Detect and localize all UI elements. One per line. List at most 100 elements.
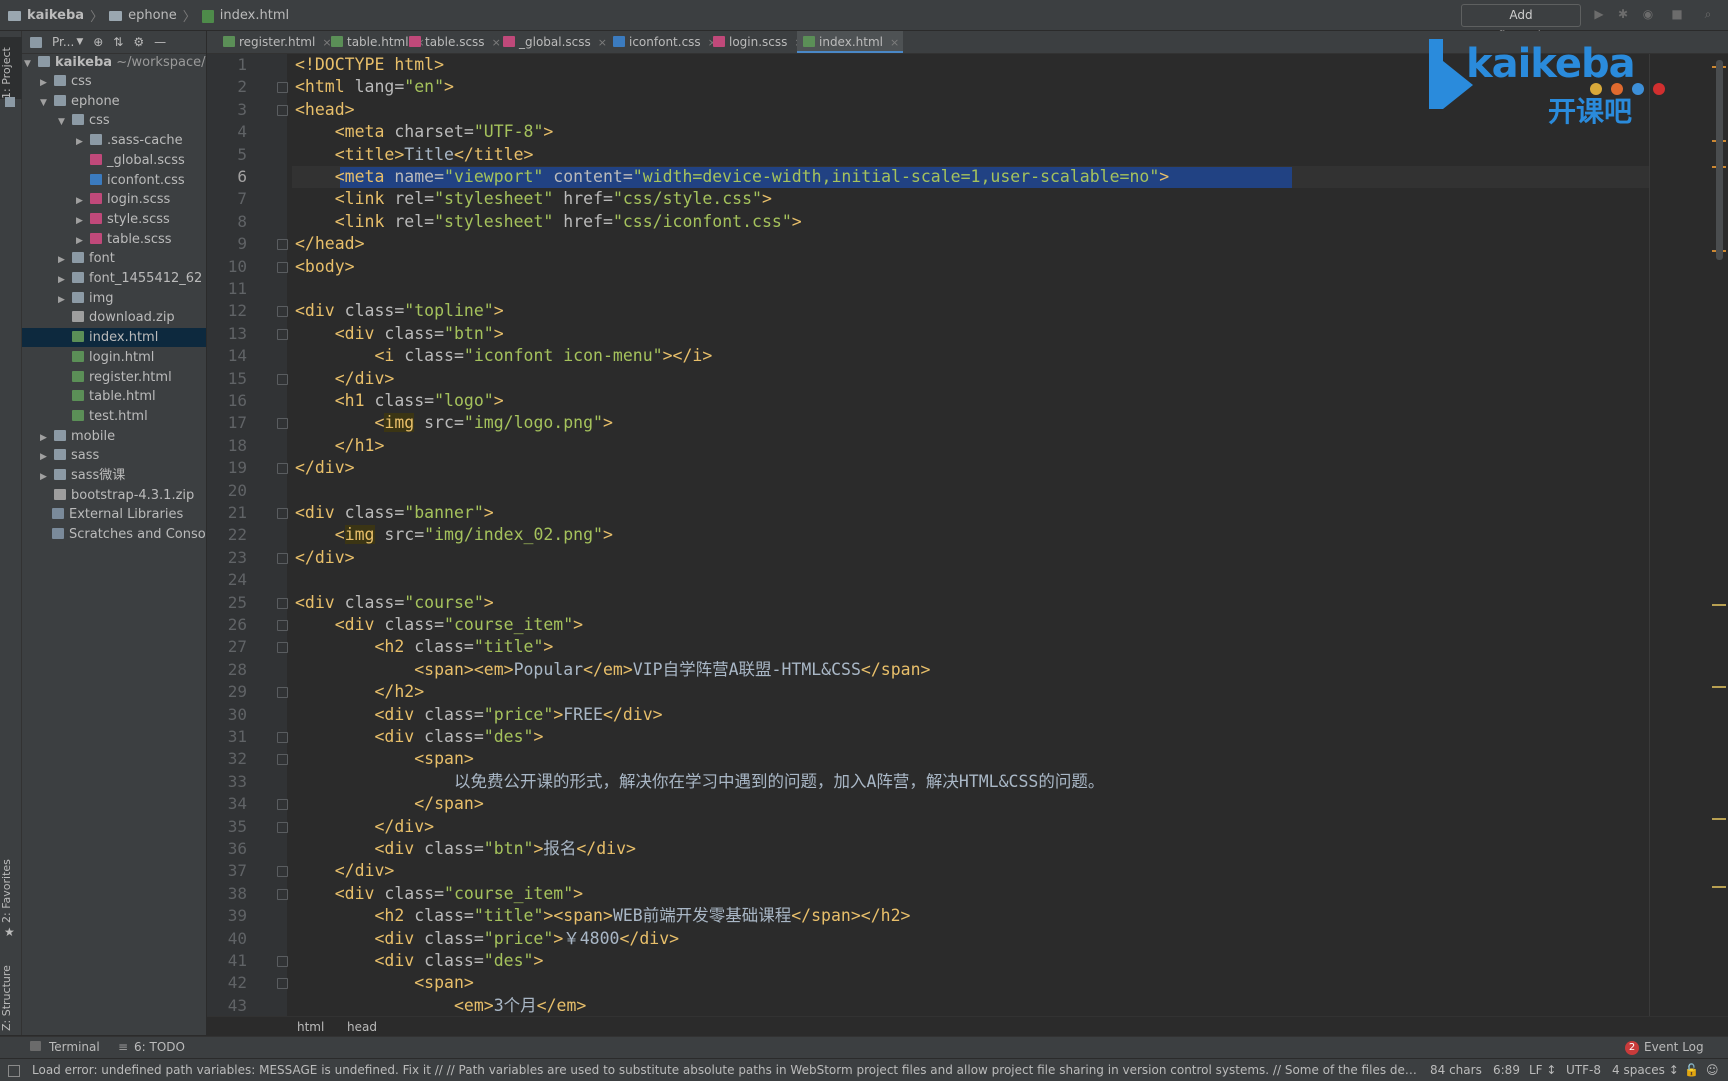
chevron-right-icon[interactable]: ▶	[76, 192, 90, 211]
code-line[interactable]: <em>3个月</em>	[295, 995, 586, 1016]
safari-icon[interactable]	[1632, 83, 1645, 95]
tree-item[interactable]: ▶ css	[22, 72, 206, 91]
warning-stripe-mark[interactable]	[1712, 818, 1726, 820]
code-line[interactable]: </span>	[295, 793, 484, 815]
tree-item[interactable]: Scratches and Consoles	[22, 525, 206, 544]
status-message[interactable]: Load error: undefined path variables: ME…	[32, 1059, 1422, 1081]
tool-windows-toggle-icon[interactable]	[8, 1065, 20, 1077]
tree-item[interactable]: register.html	[22, 368, 206, 387]
fold-marker-icon[interactable]	[277, 888, 288, 900]
tree-item[interactable]: ▼ css	[22, 111, 206, 130]
code-line[interactable]: <span><em>Popular</em>VIP自学阵营A联盟-HTML&CS…	[295, 659, 930, 681]
chevron-right-icon[interactable]: ▶	[76, 232, 90, 251]
code-line[interactable]: <meta charset="UTF-8">	[295, 121, 554, 143]
tree-item[interactable]: login.html	[22, 348, 206, 367]
editor-crumb-head[interactable]: head	[347, 1020, 377, 1034]
line-separator[interactable]: LF ↕	[1529, 1059, 1556, 1081]
fold-marker-icon[interactable]	[277, 754, 288, 766]
code-line[interactable]: <div class="btn">报名</div>	[295, 838, 636, 860]
editor-tab[interactable]: _global.scss ×	[497, 31, 611, 53]
warning-stripe-mark[interactable]	[1712, 604, 1726, 606]
code-line[interactable]: </div>	[295, 860, 395, 882]
todo-tab[interactable]: 6: TODO	[134, 1040, 185, 1054]
tree-item[interactable]: ▶ img	[22, 289, 206, 308]
warning-stripe-mark[interactable]	[1712, 686, 1726, 688]
fold-marker-icon[interactable]	[277, 552, 288, 564]
tree-item[interactable]: ▶ sass微课	[22, 466, 206, 485]
fold-marker-icon[interactable]	[277, 642, 288, 654]
code-line[interactable]: <div class="btn">	[295, 323, 504, 345]
tree-item[interactable]: _global.scss	[22, 151, 206, 170]
tree-item[interactable]: External Libraries	[22, 505, 206, 524]
stop-icon[interactable]: ■	[1670, 7, 1684, 21]
chevron-right-icon[interactable]: ▶	[40, 468, 54, 487]
code-line[interactable]: </div>	[295, 816, 434, 838]
editor-tab[interactable]: register.html ×	[217, 31, 332, 53]
editor-tab[interactable]: table.scss ×	[403, 31, 501, 53]
code-line[interactable]: </h2>	[295, 681, 424, 703]
chevron-right-icon[interactable]: ▶	[76, 212, 90, 231]
tree-item[interactable]: ▶ table.scss	[22, 230, 206, 249]
breadcrumb-file[interactable]: index.html	[220, 8, 289, 23]
tree-item[interactable]: iconfont.css	[22, 171, 206, 190]
collapse-all-icon[interactable]: ⇅	[113, 35, 123, 49]
firefox-icon[interactable]	[1611, 83, 1624, 95]
code-line[interactable]: <div class="topline">	[295, 300, 504, 322]
tree-item[interactable]: ▶ mobile	[22, 427, 206, 446]
breadcrumb-project[interactable]: kaikeba	[27, 8, 84, 23]
fold-marker-icon[interactable]	[277, 687, 288, 699]
project-view-selector[interactable]: Pr...	[52, 35, 74, 49]
code-line[interactable]: 以免费公开课的形式，解决你在学习中遇到的问题，加入A阵营，解决HTML&CSS的…	[295, 771, 1104, 793]
fold-marker-icon[interactable]	[277, 261, 288, 273]
code-line[interactable]: <h2 class="title"><span>WEB前端开发零基础课程</sp…	[295, 905, 910, 927]
file-encoding[interactable]: UTF-8	[1566, 1059, 1601, 1081]
tree-item[interactable]: test.html	[22, 407, 206, 426]
fold-marker-icon[interactable]	[277, 306, 288, 318]
fold-marker-icon[interactable]	[277, 508, 288, 519]
chevron-right-icon[interactable]: ▶	[58, 271, 72, 290]
tree-item[interactable]: ▶ login.scss	[22, 190, 206, 209]
code-line[interactable]: <div class="course_item">	[295, 614, 583, 636]
code-content[interactable]: <!DOCTYPE html> <html lang="en"> <head> <m…	[292, 54, 1649, 1016]
code-line[interactable]: <html lang="en">	[295, 76, 454, 98]
chevron-right-icon[interactable]: ▶	[58, 291, 72, 310]
code-line[interactable]: <h2 class="title">	[295, 636, 553, 658]
editor-tab[interactable]: table.html×	[325, 31, 425, 53]
tree-item[interactable]: index.html	[22, 328, 206, 348]
code-line[interactable]: <div class="des">	[295, 726, 543, 748]
fold-marker-icon[interactable]	[277, 239, 288, 251]
tree-item[interactable]: ▶ sass	[22, 446, 206, 465]
event-log-tab[interactable]: Event Log	[1644, 1040, 1704, 1054]
chevron-down-icon[interactable]: ▼	[76, 37, 83, 47]
code-line[interactable]: <!DOCTYPE html>	[295, 54, 444, 76]
debug-icon[interactable]: ✱	[1616, 7, 1630, 21]
fold-marker-icon[interactable]	[277, 799, 288, 811]
code-line[interactable]: <body>	[295, 256, 355, 278]
fold-marker-icon[interactable]	[277, 418, 288, 430]
tree-item[interactable]: bootstrap-4.3.1.zip	[22, 486, 206, 505]
search-everywhere-icon[interactable]: ⌕	[1701, 7, 1715, 21]
code-line[interactable]: </head>	[295, 233, 365, 255]
chevron-right-icon[interactable]: ▶	[40, 448, 54, 467]
chevron-down-icon[interactable]: ▼	[40, 94, 54, 113]
inspector-icon[interactable]: ☺	[1706, 1059, 1719, 1081]
code-line[interactable]: </h1>	[295, 435, 385, 457]
code-line[interactable]: </div>	[295, 547, 355, 569]
fold-marker-icon[interactable]	[277, 956, 288, 967]
chevron-down-icon[interactable]: ▼	[58, 113, 72, 132]
editor-tab[interactable]: iconfont.css×	[607, 31, 717, 53]
code-line[interactable]: <i class="iconfont icon-menu"></i>	[295, 345, 712, 367]
tree-item[interactable]: ▶ .sass-cache	[22, 131, 206, 150]
code-line[interactable]: <div class="course">	[295, 592, 494, 614]
code-line[interactable]: <title>Title</title>	[295, 144, 534, 166]
fold-marker-icon[interactable]	[277, 328, 288, 340]
hide-panel-icon[interactable]: —	[154, 35, 166, 49]
fold-marker-icon[interactable]	[277, 373, 288, 385]
fold-marker-icon[interactable]	[277, 620, 288, 631]
browser-icons[interactable]	[1590, 83, 1670, 97]
code-line[interactable]: </div>	[295, 368, 395, 390]
editor-tab[interactable]: login.scss×	[707, 31, 804, 53]
gear-icon[interactable]: ⚙	[133, 35, 144, 49]
code-line[interactable]: <span>	[295, 748, 474, 770]
chevron-right-icon[interactable]: ▶	[76, 133, 90, 152]
